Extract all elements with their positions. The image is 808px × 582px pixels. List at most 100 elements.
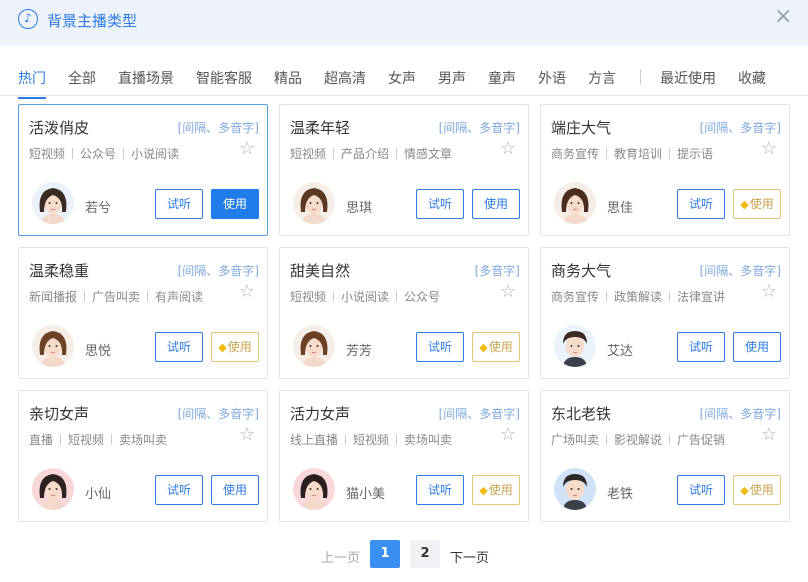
- use-button[interactable]: 使用: [472, 189, 520, 219]
- star-outline-icon[interactable]: ☆: [500, 138, 516, 159]
- use-label: 使用: [222, 483, 247, 497]
- tab-smart-service[interactable]: 智能客服: [196, 68, 252, 88]
- tag-separator: [396, 434, 398, 445]
- star-outline-icon[interactable]: ☆: [761, 138, 777, 159]
- star-outline-icon[interactable]: ☆: [500, 281, 516, 302]
- scenario-tags: 短视频 产品介绍 情感文章: [290, 145, 452, 162]
- use-button[interactable]: ◆使用: [472, 332, 520, 362]
- listen-button[interactable]: 试听: [416, 475, 464, 505]
- diamond-icon: ◆: [740, 198, 749, 211]
- female-avatar: [554, 182, 596, 224]
- tab-ultra-hd[interactable]: 超高清: [324, 68, 366, 88]
- tab-dialect[interactable]: 方言: [588, 68, 616, 88]
- scenario-tag: 公众号: [404, 290, 441, 304]
- scenario-tag: 教育培训: [614, 147, 663, 161]
- voice-style-name: 端庄大气: [551, 119, 612, 137]
- voice-card[interactable]: 端庄大气 [间隔、多音字] 商务宣传 教育培训 提示语 ☆ 思佳 试听 ◆使用: [540, 104, 790, 236]
- listen-button[interactable]: 试听: [416, 332, 464, 362]
- star-outline-icon[interactable]: ☆: [500, 424, 516, 445]
- use-button[interactable]: 使用: [733, 332, 781, 362]
- female-avatar: [32, 182, 74, 224]
- feature-badge: [间隔、多音字]: [438, 407, 520, 421]
- scenario-tags: 商务宣传 政策解读 法律宣讲: [551, 288, 725, 305]
- prev-page-button[interactable]: 上一页: [321, 547, 360, 566]
- tab-foreign[interactable]: 外语: [538, 68, 566, 88]
- voice-card[interactable]: 亲切女声 [间隔、多音字] 直播 短视频 卖场叫卖 ☆ 小仙 试听 使用: [18, 390, 268, 522]
- speaker-name: 思琪: [346, 201, 373, 216]
- scenario-tags: 广场叫卖 影视解说 广告促销: [551, 431, 725, 448]
- listen-button[interactable]: 试听: [416, 189, 464, 219]
- close-icon[interactable]: ×: [774, 4, 792, 29]
- listen-button[interactable]: 试听: [677, 332, 725, 362]
- voice-card[interactable]: 商务大气 [间隔、多音字] 商务宣传 政策解读 法律宣讲 ☆ 艾达 试听 使用: [540, 247, 790, 379]
- tab-female[interactable]: 女声: [388, 68, 416, 88]
- tab-live-scene[interactable]: 直播场景: [118, 68, 174, 88]
- star-outline-icon[interactable]: ☆: [239, 138, 255, 159]
- tag-separator: [123, 148, 125, 159]
- tab-recent[interactable]: 最近使用: [660, 68, 716, 88]
- tab-hot[interactable]: 热门: [18, 68, 46, 99]
- female-avatar: [293, 468, 335, 510]
- scenario-tags: 商务宣传 教育培训 提示语: [551, 145, 713, 162]
- tab-child[interactable]: 童声: [488, 68, 516, 88]
- diamond-icon: ◆: [218, 341, 227, 354]
- star-outline-icon[interactable]: ☆: [239, 424, 255, 445]
- tag-separator: [72, 148, 74, 159]
- voice-style-name: 商务大气: [551, 262, 612, 280]
- use-label: 使用: [744, 340, 769, 354]
- use-button[interactable]: ◆使用: [472, 475, 520, 505]
- scenario-tag: 产品介绍: [341, 147, 390, 161]
- voice-card[interactable]: 温柔稳重 [间隔、多音字] 新闻播报 广告叫卖 有声阅读 ☆ 思悦 试听 ◆使用: [18, 247, 268, 379]
- tag-separator: [147, 291, 149, 302]
- scenario-tag: 广告叫卖: [92, 290, 141, 304]
- dialog-title: 背景主播类型: [47, 12, 138, 30]
- scenario-tag: 提示语: [677, 147, 714, 161]
- listen-button[interactable]: 试听: [677, 189, 725, 219]
- page-2-button[interactable]: 2: [410, 540, 440, 568]
- page-1-button[interactable]: 1: [370, 540, 400, 568]
- star-outline-icon[interactable]: ☆: [761, 281, 777, 302]
- female-avatar: [32, 468, 74, 510]
- voice-style-name: 活泼俏皮: [29, 119, 90, 137]
- listen-button[interactable]: 试听: [155, 189, 203, 219]
- scenario-tag: 小说阅读: [341, 290, 390, 304]
- feature-badge: [间隔、多音字]: [177, 121, 259, 135]
- tag-separator: [345, 434, 347, 445]
- star-outline-icon[interactable]: ☆: [239, 281, 255, 302]
- tab-favorites[interactable]: 收藏: [738, 68, 766, 88]
- scenario-tag: 短视频: [290, 147, 327, 161]
- voice-style-name: 活力女声: [290, 405, 351, 423]
- use-label: 使用: [488, 340, 513, 354]
- listen-button[interactable]: 试听: [677, 475, 725, 505]
- male-avatar: [554, 325, 596, 367]
- tab-all[interactable]: 全部: [68, 68, 96, 88]
- use-button[interactable]: 使用: [211, 475, 259, 505]
- use-label: 使用: [222, 197, 247, 211]
- scenario-tag: 商务宣传: [551, 147, 600, 161]
- use-button[interactable]: ◆使用: [733, 475, 781, 505]
- use-button[interactable]: ◆使用: [733, 189, 781, 219]
- tag-separator: [396, 291, 398, 302]
- voice-card[interactable]: 东北老铁 [间隔、多音字] 广场叫卖 影视解说 广告促销 ☆ 老铁 试听 ◆使用: [540, 390, 790, 522]
- scenario-tag: 卖场叫卖: [404, 433, 453, 447]
- star-outline-icon[interactable]: ☆: [761, 424, 777, 445]
- voice-card[interactable]: 甜美自然 [多音字] 短视频 小说阅读 公众号 ☆ 芳芳 试听 ◆使用: [279, 247, 529, 379]
- listen-button[interactable]: 试听: [155, 332, 203, 362]
- female-avatar: [293, 325, 335, 367]
- tab-male[interactable]: 男声: [438, 68, 466, 88]
- feature-badge: [间隔、多音字]: [699, 121, 781, 135]
- tab-premium[interactable]: 精品: [274, 68, 302, 88]
- tag-separator: [669, 291, 671, 302]
- next-page-button[interactable]: 下一页: [450, 547, 489, 566]
- use-label: 使用: [483, 197, 508, 211]
- use-button[interactable]: ◆使用: [211, 332, 259, 362]
- voice-card[interactable]: 活力女声 [间隔、多音字] 线上直播 短视频 卖场叫卖 ☆ 猫小美 试听 ◆使用: [279, 390, 529, 522]
- scenario-tag: 小说阅读: [131, 147, 180, 161]
- tag-separator: [111, 434, 113, 445]
- voice-card[interactable]: 活泼俏皮 [间隔、多音字] 短视频 公众号 小说阅读 ☆ 若兮 试听 使用: [18, 104, 268, 236]
- scenario-tag: 政策解读: [614, 290, 663, 304]
- use-button[interactable]: 使用: [211, 189, 259, 219]
- listen-button[interactable]: 试听: [155, 475, 203, 505]
- voice-card[interactable]: 温柔年轻 [间隔、多音字] 短视频 产品介绍 情感文章 ☆ 思琪 试听 使用: [279, 104, 529, 236]
- use-label: 使用: [749, 483, 774, 497]
